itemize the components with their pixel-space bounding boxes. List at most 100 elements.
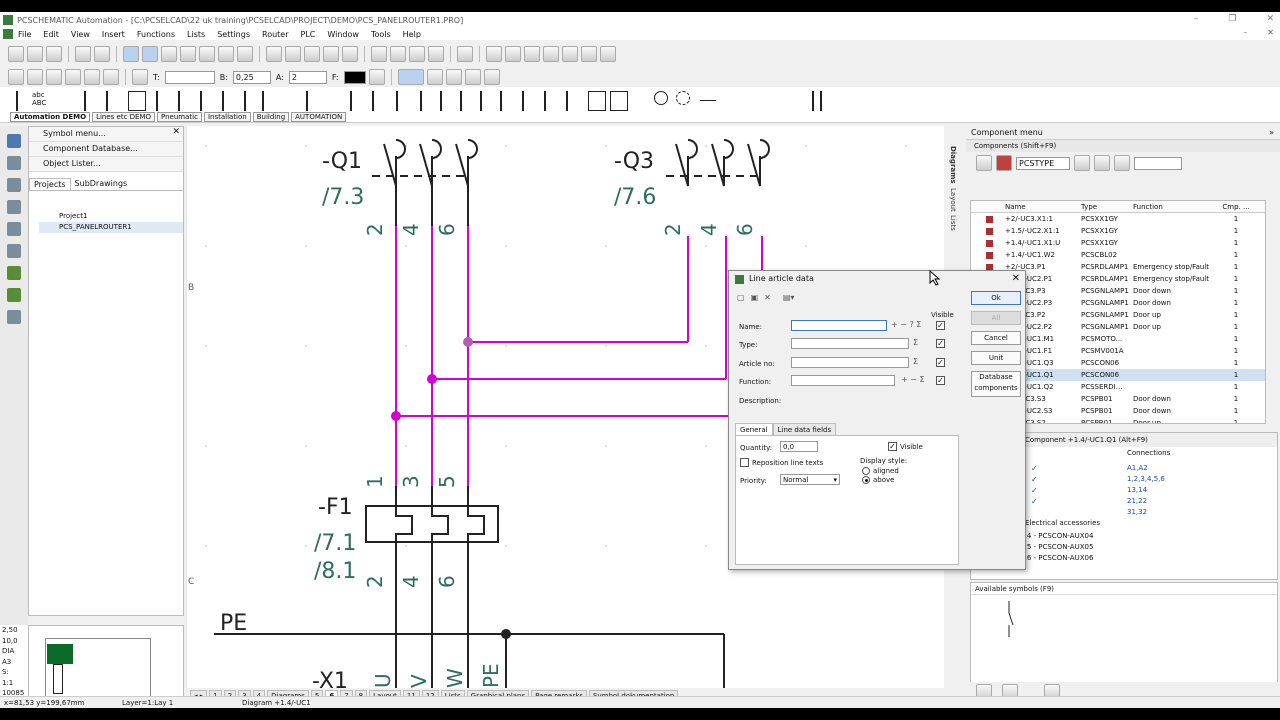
selected-wires[interactable] [395,226,763,486]
delete-article-icon[interactable]: ✕ [764,293,771,302]
star-icon[interactable] [7,156,21,170]
visible-checkbox[interactable]: ✓ [888,442,897,451]
relay-symbol-icon[interactable] [106,91,122,111]
tab-building[interactable]: Building [252,112,290,122]
ok-button[interactable]: Ok [971,291,1021,305]
article-menu-icon[interactable]: ▤▾ [783,293,795,302]
delete-icon[interactable] [323,46,339,62]
align-icon[interactable] [371,46,387,62]
function-icon[interactable] [483,69,500,85]
col-name[interactable]: Name [971,201,1081,212]
pe-junction-dot[interactable] [501,629,511,639]
component-row[interactable]: +1.5/-UC2.X1:1 PCSXX1GY 1 [971,225,1265,237]
all-button[interactable]: All [971,311,1021,325]
menu-edit[interactable]: Edit [43,30,59,39]
type-sum-icon[interactable]: Σ [913,338,918,347]
fill-icon[interactable] [132,69,148,85]
breaker-symbol-icon[interactable] [350,91,366,111]
reposition-checkbox[interactable] [740,458,749,467]
gear-icon[interactable] [1114,155,1130,171]
pushbutton-icon[interactable] [262,91,278,111]
table-icon[interactable] [409,46,425,62]
side-tab-layout[interactable]: Layout [949,188,957,212]
tab-lines-etc-demo[interactable]: Lines etc DEMO [92,112,156,122]
module-icon[interactable] [543,46,559,62]
type-filter-select[interactable]: PCSTYPE [1016,156,1070,170]
dialog-close-button[interactable]: ✕ [1012,271,1020,287]
color-select[interactable] [343,70,366,84]
menu-settings[interactable]: Settings [217,30,250,39]
junction-dot-3[interactable] [463,337,473,347]
function-visible-checkbox[interactable]: ✓ [936,376,945,385]
motor-symbol-icon[interactable] [420,91,436,111]
side-tab-lists[interactable]: Lists [949,215,957,231]
sort-icon[interactable] [428,46,444,62]
doc-close-button[interactable]: ✕ [1267,28,1274,37]
side-tab-diagrams[interactable]: Diagrams [949,146,957,184]
resistor-symbol-icon[interactable] [544,91,560,111]
article-visible-checkbox[interactable]: ✓ [936,358,945,367]
component-row[interactable]: +1.4/-UC1.X1:U PCSXX1GY 1 [971,237,1265,249]
circle-icon[interactable] [199,46,215,62]
tree-view-icon[interactable] [976,155,992,171]
priority-select[interactable]: Normal ▾ [780,474,840,485]
select-icon[interactable] [7,134,21,148]
tab-automation[interactable]: AUTOMATION [291,112,347,122]
fuse-symbol-icon[interactable] [306,91,322,111]
tab-pneumatic[interactable]: Pneumatic [157,112,202,122]
article-sum-icon[interactable]: Σ [913,357,918,366]
unit-button[interactable]: Unit [971,351,1021,365]
align-2-icon[interactable] [390,46,406,62]
new-file-icon[interactable] [8,46,24,62]
name-add-icon[interactable]: + − ? Σ [891,320,921,329]
maximize-button[interactable]: ❐ [1228,14,1236,24]
collapse-icon[interactable]: » [1269,126,1274,140]
open-file-icon[interactable] [27,46,43,62]
sensor-symbol-icon[interactable] [460,91,476,111]
junction-icon[interactable] [426,69,443,85]
cut-icon[interactable] [266,46,282,62]
object-lister-item[interactable]: Object Lister... [29,157,183,172]
col-type[interactable]: Type [1081,201,1133,212]
square-icon[interactable] [218,46,234,62]
layers-icon[interactable] [7,178,21,192]
wave-icon[interactable] [600,46,616,62]
polyline-icon[interactable] [27,69,43,85]
tab-installation[interactable]: Installation [203,112,251,122]
menu-tools[interactable]: Tools [371,30,391,39]
route-icon[interactable] [7,200,21,214]
undo-icon[interactable] [457,46,473,62]
tab-projects[interactable]: Projects [29,178,71,190]
page-green-icon[interactable] [7,266,21,280]
bus2-symbol-icon[interactable] [820,91,836,111]
switch-symbol-icon[interactable] [156,91,172,111]
col-cmp[interactable]: Cmp. ... [1221,201,1251,212]
magnet-icon[interactable] [7,310,21,324]
menu-router[interactable]: Router [262,30,289,39]
page-preview[interactable] [28,625,184,707]
junction-dot-2[interactable] [427,374,437,384]
curve-icon[interactable] [464,69,481,85]
nc-contact-icon[interactable] [178,91,194,111]
switchgear-icon[interactable] [566,91,582,111]
terminal-symbol-icon[interactable] [372,91,388,111]
tab-automation-demo[interactable]: Automation DEMO [10,112,91,122]
print-icon[interactable] [75,46,91,62]
text-symbol-label[interactable]: abc ABC [32,91,52,107]
line-width-input[interactable]: 0,25 [232,70,271,84]
copy-article-icon[interactable]: ▢ [737,293,745,302]
component-filter-icon[interactable] [996,155,1012,171]
symbol-menu-item[interactable]: Symbol menu... [29,127,183,142]
component-search-input[interactable] [1134,156,1182,170]
junction-dot-1[interactable] [391,411,401,421]
refresh-icon[interactable] [1094,155,1110,171]
cabinet-icon[interactable] [588,91,606,111]
dashed-circle-icon[interactable] [676,91,690,105]
hand-icon[interactable] [7,244,21,258]
cancel-button[interactable]: Cancel [971,331,1021,345]
edit-page-icon[interactable] [7,288,21,302]
text-size-input[interactable]: 2 [288,70,327,84]
function-add-icon[interactable]: + − Σ [901,375,925,384]
move-icon[interactable] [342,46,358,62]
panel-icon[interactable] [610,91,628,111]
